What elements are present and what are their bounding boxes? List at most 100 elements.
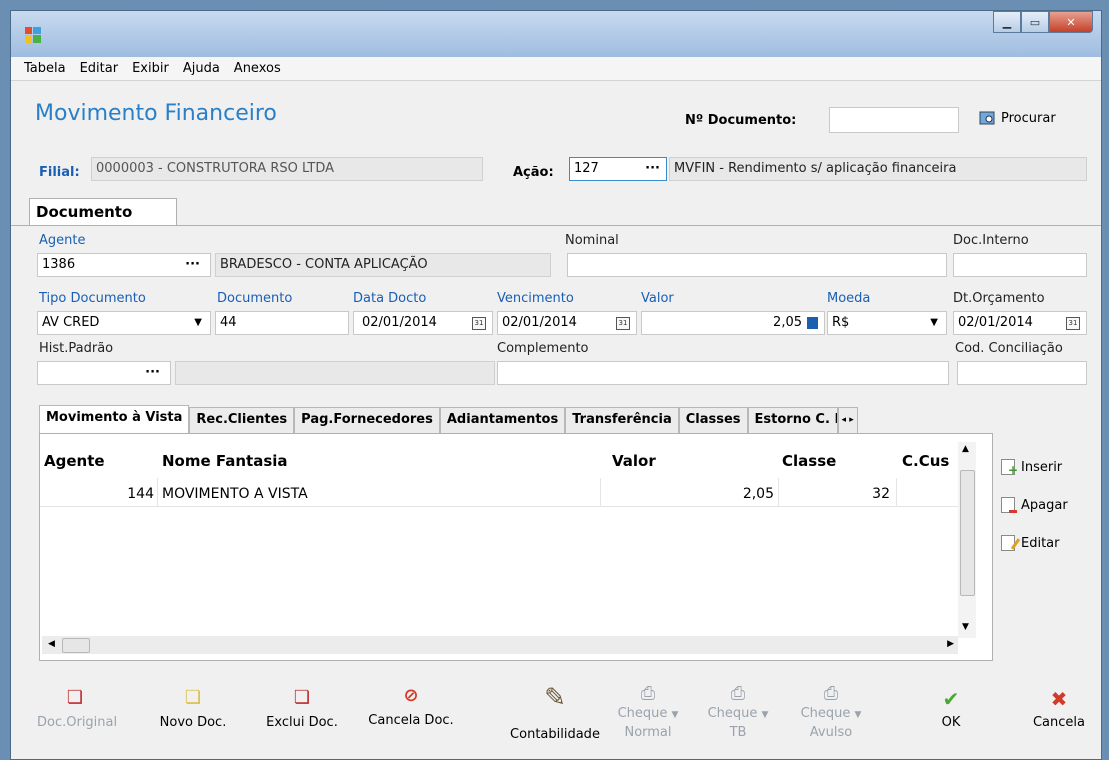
filial-field[interactable]: 0000003 - CONSTRUTORA RSO LTDA bbox=[91, 157, 483, 181]
agente-lookup-button[interactable]: ··· bbox=[185, 254, 200, 276]
main-window: ▁ ▭ ✕ Tabela Editar Exibir Ajuda Anexos … bbox=[10, 10, 1102, 760]
scroll-h-thumb[interactable] bbox=[62, 638, 90, 653]
chevron-down-icon[interactable]: ▼ bbox=[672, 710, 679, 720]
hist-desc-field bbox=[175, 361, 495, 385]
hist-lookup-button[interactable]: ··· bbox=[145, 362, 160, 384]
scroll-thumb[interactable] bbox=[960, 470, 975, 596]
apagar-button[interactable]: Apagar bbox=[1001, 497, 1068, 513]
filial-label: Filial: bbox=[39, 165, 80, 180]
cheque-tb-button[interactable]: ⎙ Cheque ▼ TB bbox=[701, 685, 775, 741]
apagar-label: Apagar bbox=[1021, 497, 1068, 513]
tab-movimento-vista[interactable]: Movimento à Vista bbox=[39, 405, 190, 433]
cod-conciliacao-field[interactable] bbox=[957, 361, 1087, 385]
scroll-left-arrow[interactable]: ◀ bbox=[48, 639, 55, 649]
data-docto-field[interactable]: 02/01/2014 31 bbox=[353, 311, 493, 335]
calculator-icon[interactable] bbox=[807, 317, 818, 329]
chevron-down-icon: ▼ bbox=[194, 317, 202, 328]
ok-button[interactable]: ✔ OK bbox=[931, 687, 971, 730]
acao-lookup-button[interactable]: ··· bbox=[645, 158, 660, 180]
col-header-ccusto[interactable]: C.Cus bbox=[902, 452, 956, 470]
menu-tabela[interactable]: Tabela bbox=[24, 61, 66, 76]
hist-padrao-field[interactable]: ··· bbox=[37, 361, 171, 385]
dt-orcamento-field[interactable]: 02/01/2014 31 bbox=[953, 311, 1087, 335]
cell-nome: MOVIMENTO A VISTA bbox=[162, 486, 308, 502]
acao-desc-field: MVFIN - Rendimento s/ aplicação financei… bbox=[669, 157, 1087, 181]
minimize-button[interactable]: ▁ bbox=[993, 11, 1021, 33]
chevron-down-icon[interactable]: ▼ bbox=[855, 710, 862, 720]
novo-doc-label: Novo Doc. bbox=[159, 715, 227, 730]
menu-editar[interactable]: Editar bbox=[80, 61, 119, 76]
novo-doc-button[interactable]: ❏ Novo Doc. bbox=[151, 687, 235, 730]
valor-field[interactable]: 2,05 bbox=[641, 311, 825, 335]
vencimento-field[interactable]: 02/01/2014 31 bbox=[497, 311, 637, 335]
tab-adiantamentos[interactable]: Adiantamentos bbox=[439, 407, 566, 433]
scroll-up-arrow[interactable]: ▲ bbox=[962, 444, 969, 454]
moeda-label: Moeda bbox=[827, 291, 871, 306]
edit-document-icon bbox=[1001, 535, 1021, 551]
maximize-button[interactable]: ▭ bbox=[1021, 11, 1049, 33]
search-button[interactable]: Procurar bbox=[979, 110, 1056, 126]
agente-label: Agente bbox=[39, 233, 86, 248]
document-origin-icon: ❏ bbox=[66, 687, 84, 708]
tab-transferencia[interactable]: Transferência bbox=[565, 407, 679, 433]
menu-ajuda[interactable]: Ajuda bbox=[183, 61, 220, 76]
tab-rec-clientes[interactable]: Rec.Clientes bbox=[189, 407, 295, 433]
calendar-icon[interactable]: 31 bbox=[616, 317, 630, 330]
exclui-doc-button[interactable]: ❏ Exclui Doc. bbox=[259, 687, 345, 730]
cheque-avulso-button[interactable]: ⎙ Cheque ▼ Avulso bbox=[789, 685, 873, 741]
col-header-valor[interactable]: Valor bbox=[612, 452, 656, 470]
horizontal-scrollbar[interactable]: ◀ ▶ bbox=[42, 636, 958, 654]
col-header-classe[interactable]: Classe bbox=[782, 452, 836, 470]
acao-label: Ação: bbox=[513, 165, 554, 180]
printer-icon: ⎙ bbox=[823, 683, 839, 704]
close-icon: ✖ bbox=[1050, 687, 1068, 711]
printer-icon: ⎙ bbox=[640, 683, 656, 704]
search-label: Procurar bbox=[1001, 110, 1056, 126]
close-window-button[interactable]: ✕ bbox=[1049, 11, 1093, 33]
editar-button[interactable]: Editar bbox=[1001, 535, 1060, 551]
vertical-scrollbar[interactable]: ▲ ▼ bbox=[958, 442, 976, 638]
agente-code-field[interactable]: 1386 ··· bbox=[37, 253, 211, 277]
tab-scroll-arrows[interactable]: ◂ ▸ bbox=[837, 407, 858, 433]
tab-classes[interactable]: Classes bbox=[678, 407, 748, 433]
calendar-icon[interactable]: 31 bbox=[1066, 317, 1080, 330]
col-header-nome[interactable]: Nome Fantasia bbox=[162, 452, 288, 470]
col-header-agente[interactable]: Agente bbox=[44, 452, 105, 470]
subtab-strip: Movimento à Vista Rec.Clientes Pag.Forne… bbox=[39, 405, 858, 433]
tipo-doc-label: Tipo Documento bbox=[39, 291, 146, 306]
agente-name-field: BRADESCO - CONTA APLICAÇÃO bbox=[215, 253, 551, 277]
cheque-avulso-label-2: Avulso bbox=[809, 725, 853, 740]
nominal-field[interactable] bbox=[567, 253, 947, 277]
tab-estorno[interactable]: Estorno C. Pag bbox=[747, 407, 838, 433]
doc-original-button[interactable]: ❏ Doc.Original bbox=[37, 687, 117, 730]
contabilidade-button[interactable]: ✎ Contabilidade bbox=[501, 683, 609, 742]
cheque-normal-button[interactable]: ⎙ Cheque ▼ Normal bbox=[611, 685, 685, 741]
delete-document-icon: ❏ bbox=[293, 687, 311, 708]
tab-documento[interactable]: Documento bbox=[29, 198, 177, 226]
cell-divider bbox=[896, 478, 897, 506]
ledger-book-icon: ✎ bbox=[544, 683, 566, 713]
menu-anexos[interactable]: Anexos bbox=[234, 61, 281, 76]
doc-interno-field[interactable] bbox=[953, 253, 1087, 277]
documento-field[interactable]: 44 bbox=[215, 311, 349, 335]
moeda-select[interactable]: R$ ▼ bbox=[827, 311, 947, 335]
menu-exibir[interactable]: Exibir bbox=[132, 61, 169, 76]
calendar-icon[interactable]: 31 bbox=[472, 317, 486, 330]
cancela-doc-button[interactable]: ⊘ Cancela Doc. bbox=[361, 685, 461, 728]
menu-bar: Tabela Editar Exibir Ajuda Anexos bbox=[11, 57, 1101, 81]
cheque-normal-label-2: Normal bbox=[624, 725, 672, 740]
acao-code-field[interactable]: 127 ··· bbox=[569, 157, 667, 181]
cell-classe: 32 bbox=[872, 486, 890, 502]
cancela-button[interactable]: ✖ Cancela bbox=[1029, 687, 1089, 730]
page-title: Movimento Financeiro bbox=[35, 101, 277, 126]
scroll-right-arrow[interactable]: ▶ bbox=[947, 639, 954, 649]
tab-pag-fornecedores[interactable]: Pag.Fornecedores bbox=[294, 407, 440, 433]
inserir-button[interactable]: + Inserir bbox=[1001, 459, 1062, 477]
scroll-down-arrow[interactable]: ▼ bbox=[962, 622, 969, 632]
ok-label: OK bbox=[941, 715, 961, 730]
complemento-field[interactable] bbox=[497, 361, 949, 385]
tipo-doc-value: AV CRED bbox=[42, 315, 100, 330]
doc-number-field[interactable] bbox=[829, 107, 959, 133]
tipo-doc-select[interactable]: AV CRED ▼ bbox=[37, 311, 211, 335]
chevron-down-icon[interactable]: ▼ bbox=[762, 710, 769, 720]
